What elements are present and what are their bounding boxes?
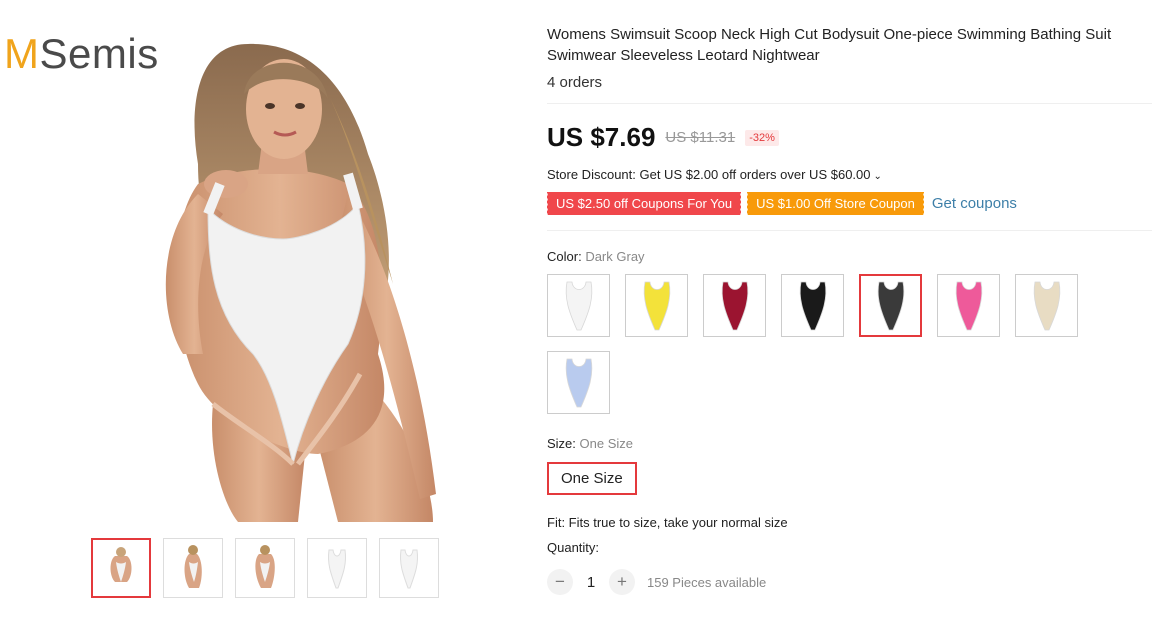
color-swatches [547,274,1087,414]
thumbnail-1[interactable] [91,538,151,598]
color-swatch-yellow[interactable] [625,274,688,337]
fit-note: Fit: Fits true to size, take your normal… [547,515,788,530]
bodysuit-swatch-image [565,281,592,330]
quantity-stepper: − 1 + 159 Pieces available [547,569,1152,595]
product-title: Womens Swimsuit Scoop Neck High Cut Body… [547,26,1112,64]
divider [547,103,1152,104]
color-label-row: Color: Dark Gray [547,249,1152,264]
quantity-plus-button[interactable]: + [609,569,635,595]
color-swatch-dark-gray[interactable] [859,274,922,337]
thumbnail-model-image [184,545,202,588]
size-option-one-size[interactable]: One Size [547,462,637,495]
thumbnail-product-image [400,549,418,589]
coupon-row: US $2.50 off Coupons For You US $1.00 Of… [545,192,1152,215]
thumbnail-2[interactable] [163,538,223,598]
bodysuit-swatch-image [955,281,982,330]
thumbnail-product-image [328,549,346,589]
get-coupons-link[interactable]: Get coupons [932,195,1017,212]
thumbnail-strip [91,538,439,598]
product-info-panel: Womens Swimsuit Scoop Neck High Cut Body… [545,24,1152,595]
current-price: US $7.69 [547,122,656,152]
color-selected-value: Dark Gray [585,249,645,264]
size-label: Size: [547,436,576,451]
store-discount-text: Store Discount: Get US $2.00 off orders … [547,167,871,182]
quantity-label: Quantity: [547,540,600,555]
quantity-value[interactable]: 1 [583,574,599,591]
color-swatch-pink[interactable] [937,274,1000,337]
store-discount[interactable]: Store Discount: Get US $2.00 off orders … [547,167,1152,182]
color-swatch-black[interactable] [781,274,844,337]
bodysuit-swatch-image [565,358,592,407]
thumbnail-model-image [95,542,147,594]
color-swatch-beige[interactable] [1015,274,1078,337]
original-price: US $11.31 [665,129,736,146]
bodysuit-swatch-image [877,281,904,330]
product-gallery: MSemis [0,0,530,632]
chevron-down-icon: ⌄ [873,171,882,182]
main-product-image[interactable] [48,24,468,522]
bodysuit-swatch-image [721,281,748,330]
store-coupon[interactable]: US $1.00 Off Store Coupon [746,192,924,215]
model-photo-illustration [165,43,436,522]
thumbnail-model-image [255,545,275,588]
color-label: Color: [547,249,582,264]
color-swatch-light-blue[interactable] [547,351,610,414]
bodysuit-swatch-image [1033,281,1060,330]
price-row: US $7.69 US $11.31 -32% [547,122,1152,153]
color-swatch-white[interactable] [547,274,610,337]
thumbnail-4[interactable] [307,538,367,598]
size-selected-value: One Size [579,436,634,451]
divider [547,230,1152,231]
pieces-available: 159 Pieces available [647,574,767,590]
brand-logo: MSemis [4,30,159,77]
color-swatch-wine-red[interactable] [703,274,766,337]
bodysuit-swatch-image [643,281,670,330]
coupon-for-you[interactable]: US $2.50 off Coupons For You [545,192,742,215]
size-label-row: Size: One Size [547,436,1152,451]
orders-count: 4 orders [547,74,603,91]
discount-badge: -32% [745,129,779,146]
thumbnail-5[interactable] [379,538,439,598]
bodysuit-swatch-image [799,281,826,330]
quantity-minus-button[interactable]: − [547,569,573,595]
thumbnail-3[interactable] [235,538,295,598]
